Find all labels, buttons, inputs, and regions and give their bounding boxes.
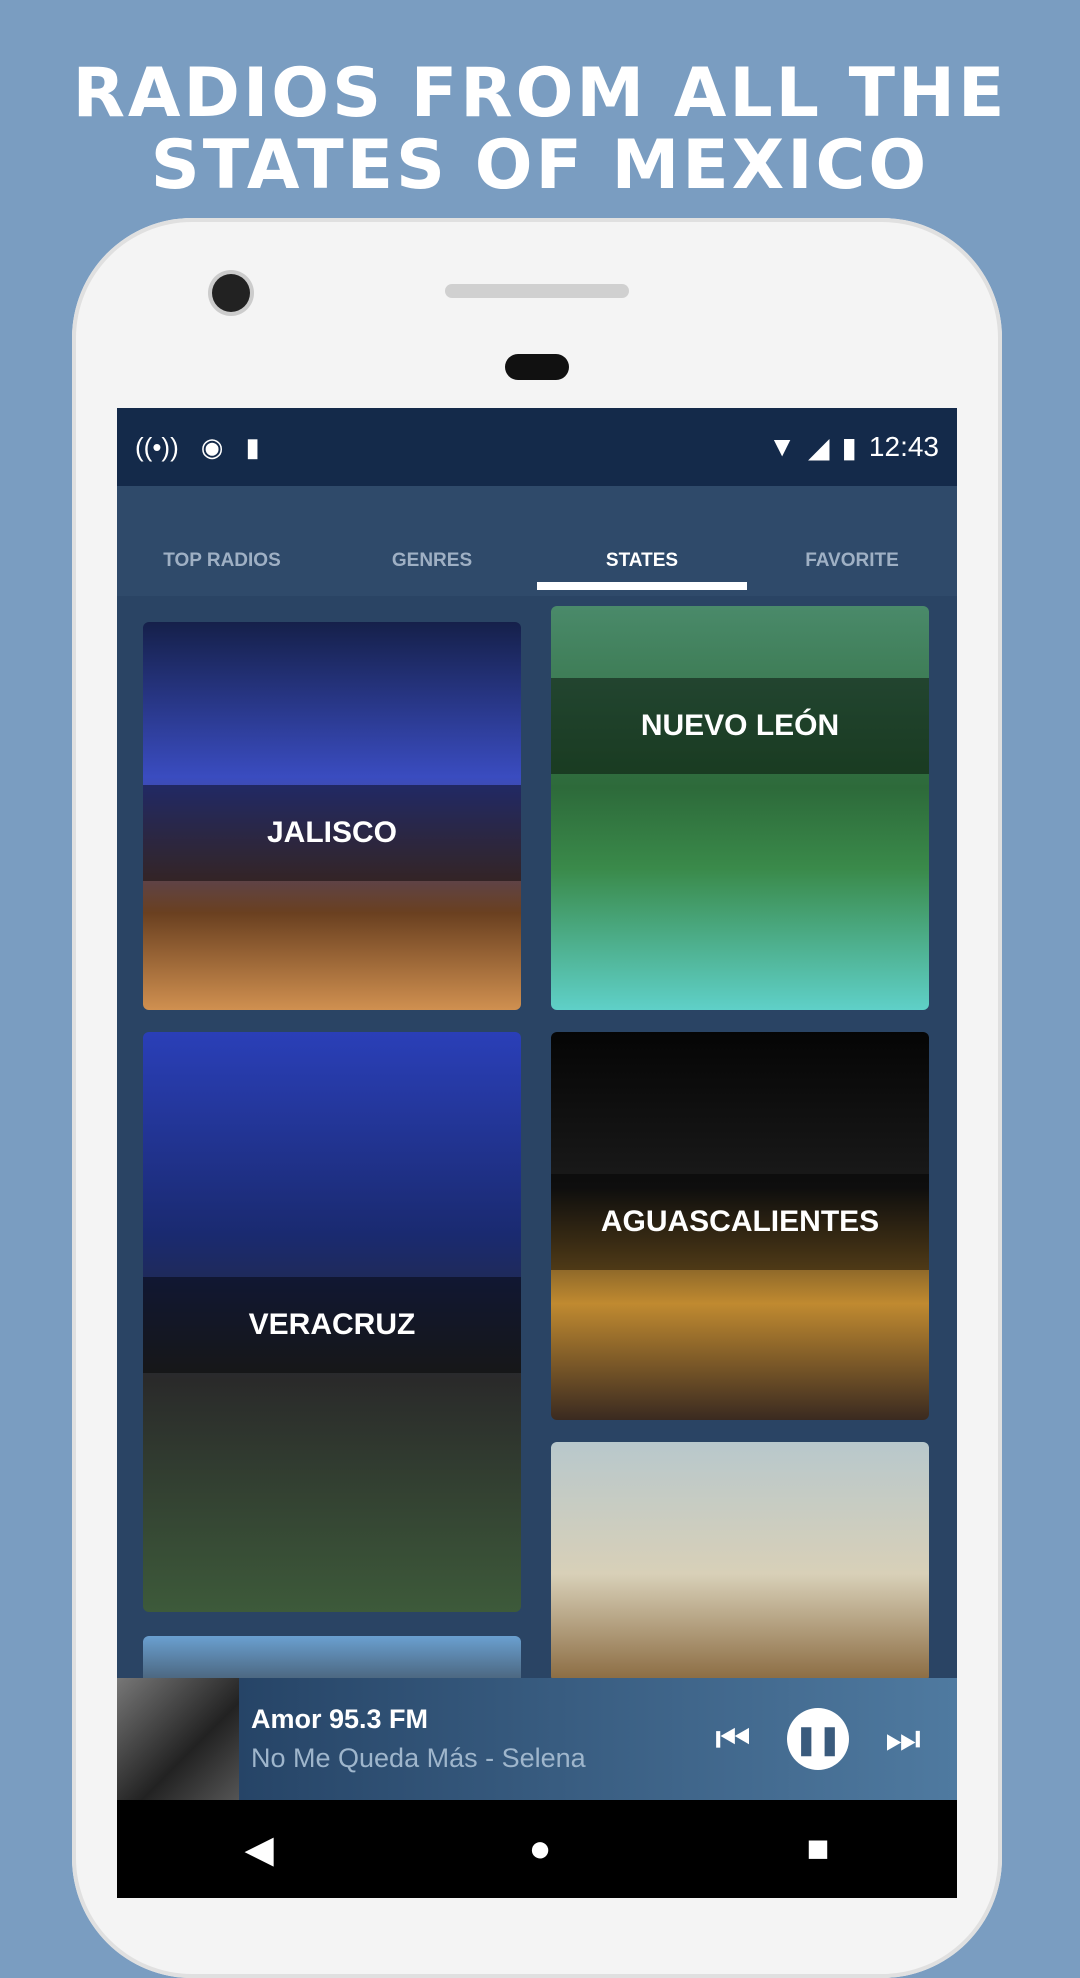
recents-icon[interactable]: ■ [807, 1828, 830, 1871]
earpiece-speaker [445, 284, 629, 298]
state-card-aguascalientes[interactable]: AGUASCALIENTES [551, 1032, 929, 1420]
state-card[interactable] [551, 1442, 929, 1682]
previous-icon[interactable]: ⏮ [715, 1717, 751, 1762]
tab-top-radios[interactable]: TOP RADIOS [117, 486, 327, 596]
navigation-bar: ◀ ● ■ [117, 1800, 957, 1898]
next-icon[interactable]: ⏭ [885, 1717, 921, 1762]
sd-card-icon: ▮ [245, 431, 260, 462]
state-name: VERACRUZ [143, 1277, 521, 1373]
track-info: No Me Queda Más - Selena [251, 1743, 586, 1773]
tab-bar: TOP RADIOS GENRES STATES FAVORITE [117, 486, 957, 596]
state-name: NUEVO LEÓN [551, 678, 929, 774]
front-camera [212, 274, 250, 312]
home-icon[interactable]: ● [529, 1828, 552, 1871]
album-art [117, 1678, 239, 1800]
state-card-veracruz[interactable]: VERACRUZ [143, 1032, 521, 1612]
tab-states[interactable]: STATES [537, 486, 747, 596]
tab-genres[interactable]: GENRES [327, 486, 537, 596]
circle-record-icon: ◉ [200, 431, 224, 462]
back-icon[interactable]: ◀ [244, 1827, 273, 1872]
pause-icon[interactable]: ❚❚ [787, 1708, 849, 1770]
mini-player[interactable]: Amor 95.3 FM No Me Queda Más - Selena ⏮ … [117, 1678, 957, 1800]
promo-headline: RADIOS FROM ALL THE STATES OF MEXICO [0, 58, 1080, 202]
phone-screen: ((•)) ◉ ▮ ▼ ◢ ▮ 12:43 TOP RADIOS GENRES … [117, 408, 957, 1898]
station-name: Amor 95.3 FM [251, 1704, 429, 1734]
wifi-icon: ▼ [768, 431, 796, 462]
signal-icon: ◢ [807, 431, 830, 463]
state-card-jalisco[interactable]: JALISCO [143, 622, 521, 1010]
states-grid: JALISCO NUEVO LEÓN VERACRUZ AGUASCALIENT… [117, 596, 957, 1696]
status-bar: ((•)) ◉ ▮ ▼ ◢ ▮ 12:43 [117, 408, 957, 486]
state-name: JALISCO [143, 785, 521, 881]
state-card-nuevo-leon[interactable]: NUEVO LEÓN [551, 606, 929, 1010]
headline-line-2: STATES OF MEXICO [150, 126, 930, 205]
state-name: AGUASCALIENTES [551, 1174, 929, 1270]
tab-favorite[interactable]: FAVORITE [747, 486, 957, 596]
proximity-sensor [505, 354, 569, 380]
headline-line-1: RADIOS FROM ALL THE [72, 54, 1008, 133]
battery-charging-icon: ▮ [841, 431, 857, 463]
status-time: 12:43 [868, 431, 939, 462]
radio-broadcast-icon: ((•)) [135, 431, 179, 462]
